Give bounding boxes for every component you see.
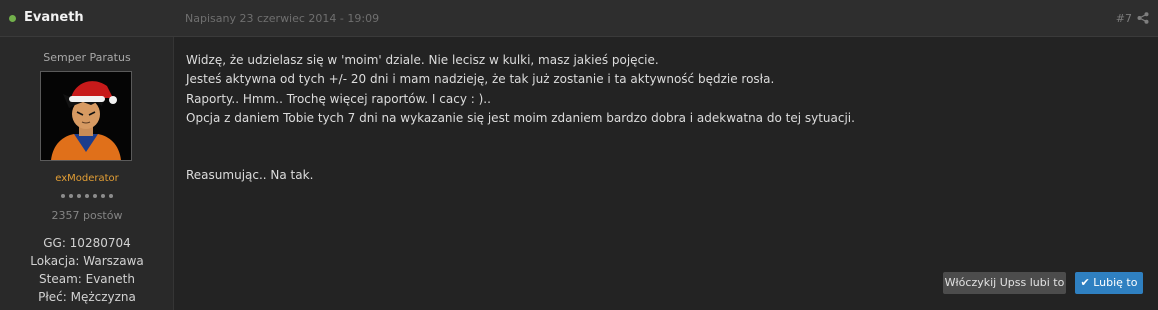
post-body: Widzę, że udzielasz się w 'moim' dziale.… bbox=[186, 51, 1126, 185]
post-closing: Reasumując.. Na tak. bbox=[186, 168, 314, 183]
info-location: Lokacja: Warszawa bbox=[30, 254, 144, 268]
forum-post: Evaneth Napisany 23 czerwiec 2014 - 19:0… bbox=[0, 0, 1158, 310]
info-gg: GG: 10280704 bbox=[43, 236, 131, 250]
post-date: Napisany 23 czerwiec 2014 - 19:09 bbox=[185, 12, 380, 25]
info-gender: Płeć: Mężczyzna bbox=[38, 290, 136, 304]
rank-pip bbox=[93, 194, 97, 198]
like-button[interactable]: ✔ Lubię to bbox=[1075, 272, 1143, 294]
member-rank: exModerator bbox=[55, 173, 119, 184]
rank-pips bbox=[59, 194, 119, 200]
rank-pip bbox=[109, 194, 113, 198]
rank-pip bbox=[77, 194, 81, 198]
post-line: Raporty.. Hmm.. Trochę więcej raportów. … bbox=[186, 91, 491, 106]
post-line: Jesteś aktywna od tych +/- 20 dni i mam … bbox=[186, 72, 775, 87]
post-number-link[interactable]: #7 bbox=[1116, 12, 1132, 25]
avatar-image bbox=[41, 72, 131, 160]
post-line: Opcja z daniem Tobie tych 7 dni na wykaz… bbox=[186, 110, 855, 125]
who-liked-button[interactable]: Włóczykij Upss lubi to bbox=[943, 272, 1066, 294]
info-steam: Steam: Evaneth bbox=[39, 272, 135, 286]
like-label: Lubię to bbox=[1093, 276, 1138, 289]
author-sidebar: Semper Paratus exModerator 2357 postów G… bbox=[0, 37, 174, 310]
share-icon[interactable] bbox=[1137, 12, 1149, 24]
check-icon: ✔ bbox=[1080, 276, 1090, 289]
rank-pip bbox=[69, 194, 73, 198]
avatar[interactable] bbox=[40, 71, 132, 161]
author-name[interactable]: Evaneth bbox=[24, 10, 84, 25]
rank-pip bbox=[101, 194, 105, 198]
post-count: 2357 postów bbox=[51, 209, 123, 222]
member-title: Semper Paratus bbox=[43, 51, 131, 64]
rank-pip bbox=[61, 194, 65, 198]
rank-pip bbox=[85, 194, 89, 198]
online-status-icon bbox=[9, 15, 16, 22]
post-header: Evaneth Napisany 23 czerwiec 2014 - 19:0… bbox=[0, 0, 1158, 37]
post-line: Widzę, że udzielasz się w 'moim' dziale.… bbox=[186, 53, 659, 67]
